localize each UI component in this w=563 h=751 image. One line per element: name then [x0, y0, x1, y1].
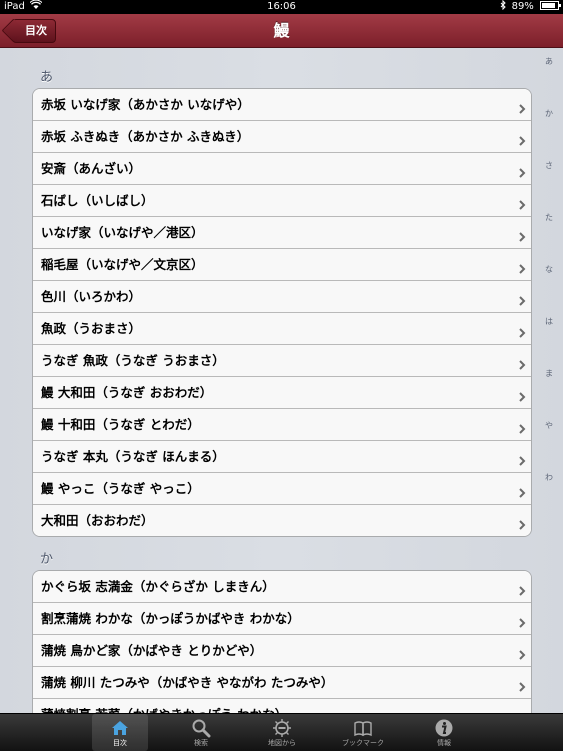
list-item-label: 石ばし（いしばし）	[41, 193, 154, 208]
tab-label: 目次	[113, 739, 127, 747]
tab-contents[interactable]: 目次	[92, 714, 148, 751]
list-item-label: 鰻 十和田（うなぎ とわだ）	[41, 417, 200, 432]
section-index[interactable]: あかさたなはまやわ	[535, 48, 563, 713]
index-letter[interactable]: な	[535, 264, 563, 275]
section-group-ka: かぐら坂 志満金（かぐらざか しまきん） 割烹蒲焼 わかな（かっぽうかばやき わか…	[32, 570, 532, 713]
page-title: 鰻	[273, 21, 290, 40]
list-item[interactable]: 蒲焼割烹 若菜（かばやきかっぽう わかな）	[33, 699, 531, 713]
chevron-right-icon	[517, 613, 527, 628]
index-letter[interactable]: や	[535, 420, 563, 431]
index-letter[interactable]: は	[535, 316, 563, 327]
map-icon	[272, 718, 292, 738]
search-icon	[191, 718, 211, 738]
chevron-right-icon	[517, 291, 527, 306]
list-item[interactable]: 鰻 十和田（うなぎ とわだ）	[33, 409, 531, 441]
chevron-right-icon	[517, 227, 527, 242]
index-letter[interactable]: か	[535, 108, 563, 119]
tab-bookmark[interactable]: ブックマーク	[335, 714, 391, 751]
navigation-bar: 目次 鰻	[0, 14, 563, 48]
chevron-right-icon	[517, 581, 527, 596]
chevron-right-icon	[517, 451, 527, 466]
info-icon	[434, 718, 454, 738]
status-bar: iPad 16:06 89%	[0, 0, 563, 14]
chevron-right-icon	[517, 195, 527, 210]
section-header-a: あ	[40, 70, 54, 85]
list-item-label: 赤坂 ふきぬき（あかさか ふきぬき）	[41, 129, 250, 144]
chevron-right-icon	[517, 387, 527, 402]
list-item[interactable]: 蒲焼 柳川 たつみや（かばやき やながわ たつみや）	[33, 667, 531, 699]
list-item-label: 安斎（あんざい）	[41, 161, 142, 176]
list-item[interactable]: 赤坂 ふきぬき（あかさか ふきぬき）	[33, 121, 531, 153]
battery-percent: 89%	[511, 1, 534, 12]
list-item-label: 色川（いろかわ）	[41, 289, 142, 304]
list-item[interactable]: 色川（いろかわ）	[33, 281, 531, 313]
chevron-right-icon	[517, 259, 527, 274]
list-item[interactable]: かぐら坂 志満金（かぐらざか しまきん）	[33, 571, 531, 603]
list-item-label: 赤坂 いなげ家（あかさか いなげや）	[41, 97, 250, 112]
battery-fill	[542, 3, 556, 8]
clock: 16:06	[267, 1, 296, 12]
list-item[interactable]: 大和田（おおわだ）	[33, 505, 531, 536]
chevron-right-icon	[517, 645, 527, 660]
table-view[interactable]: あ 赤坂 いなげ家（あかさか いなげや） 赤坂 ふきぬき（あかさか ふきぬき） 安斎…	[0, 48, 563, 713]
chevron-right-icon	[517, 163, 527, 178]
section-group-a: 赤坂 いなげ家（あかさか いなげや） 赤坂 ふきぬき（あかさか ふきぬき） 安斎（あ…	[32, 88, 532, 537]
list-item-label: うなぎ 本丸（うなぎ ほんまる）	[41, 449, 225, 464]
list-item[interactable]: 安斎（あんざい）	[33, 153, 531, 185]
bluetooth-icon	[500, 0, 507, 15]
home-icon	[110, 718, 130, 738]
list-item-label: 蒲焼 鳥かど家（かばやき とりかどや）	[41, 643, 263, 658]
chevron-right-icon	[517, 323, 527, 338]
list-item-label: 稲毛屋（いなげや／文京区）	[41, 257, 204, 272]
list-item[interactable]: 稲毛屋（いなげや／文京区）	[33, 249, 531, 281]
chevron-right-icon	[517, 419, 527, 434]
list-item[interactable]: 魚政（うおまさ）	[33, 313, 531, 345]
chevron-right-icon	[517, 677, 527, 692]
index-letter[interactable]: た	[535, 212, 563, 223]
chevron-right-icon	[517, 483, 527, 498]
list-item[interactable]: うなぎ 魚政（うなぎ うおまさ）	[33, 345, 531, 377]
list-item-label: 魚政（うおまさ）	[41, 321, 142, 336]
list-item-label: 鰻 やっこ（うなぎ やっこ）	[41, 481, 200, 496]
list-item-label: いなげ家（いなげや／港区）	[41, 225, 204, 240]
list-item-label: 鰻 大和田（うなぎ おおわだ）	[41, 385, 213, 400]
tab-map[interactable]: 地図から	[254, 714, 310, 751]
chevron-right-icon	[517, 131, 527, 146]
tab-search[interactable]: 検索	[173, 714, 229, 751]
section-header-ka: か	[40, 552, 54, 567]
list-item[interactable]: いなげ家（いなげや／港区）	[33, 217, 531, 249]
tab-label: ブックマーク	[342, 739, 384, 747]
list-item-label: 蒲焼 柳川 たつみや（かばやき やながわ たつみや）	[41, 675, 334, 690]
chevron-right-icon	[517, 515, 527, 530]
index-letter[interactable]: わ	[535, 472, 563, 483]
list-item-label: かぐら坂 志満金（かぐらざか しまきん）	[41, 579, 275, 594]
tab-bar: 目次 検索 地図から ブックマーク 情報	[0, 713, 563, 751]
list-item[interactable]: うなぎ 本丸（うなぎ ほんまる）	[33, 441, 531, 473]
list-item[interactable]: 割烹蒲焼 わかな（かっぽうかばやき わかな）	[33, 603, 531, 635]
tab-label: 検索	[194, 739, 208, 747]
index-letter[interactable]: あ	[535, 56, 563, 67]
list-item[interactable]: 赤坂 いなげ家（あかさか いなげや）	[33, 89, 531, 121]
index-letter[interactable]: さ	[535, 160, 563, 171]
list-item[interactable]: 鰻 やっこ（うなぎ やっこ）	[33, 473, 531, 505]
tab-label: 地図から	[268, 739, 296, 747]
chevron-right-icon	[517, 355, 527, 370]
battery-icon	[540, 1, 561, 10]
battery-status: 89%	[511, 0, 561, 14]
list-item-label: 割烹蒲焼 わかな（かっぽうかばやき わかな）	[41, 611, 300, 626]
tab-label: 情報	[437, 739, 451, 747]
index-letter[interactable]: ま	[535, 368, 563, 379]
list-item[interactable]: 鰻 大和田（うなぎ おおわだ）	[33, 377, 531, 409]
list-item-label: 大和田（おおわだ）	[41, 513, 154, 528]
list-item[interactable]: 蒲焼 鳥かど家（かばやき とりかどや）	[33, 635, 531, 667]
chevron-right-icon	[517, 99, 527, 114]
tab-info[interactable]: 情報	[416, 714, 472, 751]
list-item[interactable]: 石ばし（いしばし）	[33, 185, 531, 217]
book-icon	[353, 718, 373, 738]
list-item-label: うなぎ 魚政（うなぎ うおまさ）	[41, 353, 225, 368]
list-item-label: 蒲焼割烹 若菜（かばやきかっぽう わかな）	[41, 699, 287, 713]
